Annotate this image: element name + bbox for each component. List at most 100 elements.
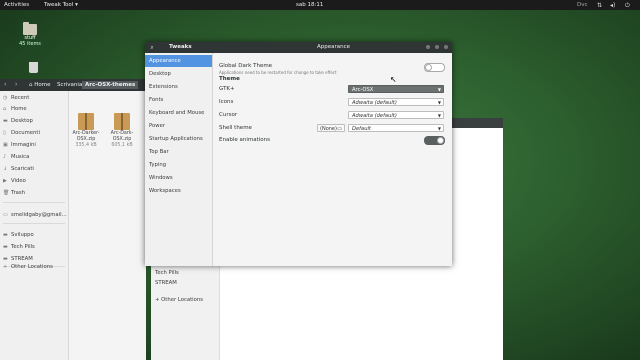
sidebar-label: Other Locations — [11, 264, 53, 270]
volume-icon[interactable]: ◂) — [610, 2, 615, 9]
back-icon[interactable]: ‹ — [4, 81, 6, 88]
icons-theme-dropdown[interactable]: Adwaita (default) ▼ — [348, 98, 444, 106]
archive-icon — [78, 113, 94, 130]
file-size: 605,1 kB — [111, 143, 133, 148]
shell-theme-value: Default — [352, 126, 371, 132]
nav-top-bar[interactable]: Top Bar — [145, 146, 212, 158]
folder-icon: ▬ — [3, 244, 8, 250]
document-icon: ▯ — [3, 130, 6, 136]
sidebar-item-video[interactable]: ▶ Video — [3, 176, 26, 186]
nav-power[interactable]: Power — [145, 120, 212, 132]
sidebar-item-home[interactable]: ⌂ Home — [3, 104, 27, 114]
sidebar-label: Recent — [11, 95, 30, 101]
clock[interactable]: sab 18:11 — [296, 2, 323, 8]
breadcrumb-scrivania[interactable]: Scrivania — [54, 81, 85, 89]
sidebar-item-stream[interactable]: STREAM — [155, 280, 177, 286]
icons-label: Icons — [219, 99, 234, 105]
close-icon[interactable] — [444, 45, 448, 49]
enable-animations-label: Enable animations — [219, 137, 270, 143]
trash-icon: 🗑 — [3, 190, 10, 196]
cursor-label: Cursor — [219, 112, 238, 118]
drive-icon: ▭ — [3, 212, 8, 218]
sidebar-label: Home — [11, 106, 27, 112]
chevron-down-icon: ▼ — [437, 100, 441, 105]
sidebar-item-recent[interactable]: ◷ Recent — [3, 93, 29, 103]
sidebar-label: Sviluppo — [11, 232, 34, 238]
sidebar-item-other-locations[interactable]: + Other Locations — [3, 262, 53, 272]
nav-desktop[interactable]: Desktop — [145, 68, 212, 80]
breadcrumb-home[interactable]: ⌂ Home — [26, 81, 54, 89]
sidebar-item-scaricati[interactable]: ↓ Scaricati — [3, 164, 34, 174]
gtk-label: GTK+ — [219, 86, 235, 92]
sidebar-label: Video — [11, 178, 26, 184]
nav-startup-applications[interactable]: Startup Applications — [145, 133, 212, 145]
minimize-icon[interactable] — [426, 45, 430, 49]
tweak-tool-window: ⌕ Tweaks Appearance Appearance Desktop E… — [145, 42, 452, 266]
sidebar-item-tech-pills[interactable]: Tech Pills — [155, 270, 179, 276]
desktop-folder-count: 45 items — [19, 41, 41, 47]
activities-button[interactable]: Activities — [4, 2, 29, 8]
music-icon: ♪ — [3, 154, 7, 160]
power-icon[interactable]: ⏻ — [625, 2, 630, 10]
clock-icon: ◷ — [3, 95, 8, 101]
top-bar: Activities Tweak Tool ▾ sab 18:11 Dvc ⇅ … — [0, 0, 640, 10]
top-right-label[interactable]: Dvc — [577, 2, 588, 8]
maximize-icon[interactable] — [435, 45, 439, 49]
shell-theme-dropdown[interactable]: Default ▼ — [348, 124, 444, 132]
sidebar-label: smelidgaby@gmail... — [11, 212, 67, 218]
breadcrumb-arc-osx-themes[interactable]: Arc-OSX-themes — [82, 81, 139, 89]
tweak-tool-title: Tweaks — [169, 44, 192, 50]
search-icon[interactable]: ⌕ — [147, 43, 157, 52]
desktop-folder-stuff[interactable]: stuff 45 items — [15, 22, 45, 47]
global-dark-theme-label: Global Dark Theme — [219, 63, 273, 69]
shell-theme-file-button[interactable]: (None) ▭ — [317, 124, 345, 132]
sidebar-item-account[interactable]: ▭ smelidgaby@gmail... — [3, 210, 67, 220]
nav-extensions[interactable]: Extensions — [145, 81, 212, 93]
sidebar-item-sviluppo[interactable]: ▬ Sviluppo — [3, 230, 34, 240]
sidebar-item-other-locations[interactable]: + Other Locations — [155, 297, 203, 303]
app-menu[interactable]: Tweak Tool ▾ — [44, 2, 78, 8]
panel-title: Appearance — [317, 44, 351, 50]
shell-theme-file-value: (None) — [320, 126, 337, 132]
file-size: 335,4 kB — [75, 143, 97, 148]
archive-icon — [114, 113, 130, 130]
chevron-down-icon: ▼ — [437, 126, 441, 131]
desktop-trash[interactable] — [18, 62, 48, 73]
nav-keyboard-mouse[interactable]: Keyboard and Mouse — [145, 107, 212, 119]
folder-icon: ▬ — [3, 118, 8, 124]
other-locations-label: Other Locations — [161, 297, 204, 303]
nav-workspaces[interactable]: Workspaces — [145, 185, 212, 197]
sidebar-item-immagini[interactable]: ▣ Immagini — [3, 140, 36, 150]
plus-icon: + — [3, 264, 8, 270]
sidebar-item-desktop[interactable]: ▬ Desktop — [3, 116, 33, 126]
sidebar-item-musica[interactable]: ♪ Musica — [3, 152, 29, 162]
cursor-theme-dropdown[interactable]: Adwaita (default) ▼ — [348, 111, 444, 119]
sidebar-item-trash[interactable]: 🗑 Trash — [3, 188, 25, 198]
nav-windows[interactable]: Windows — [145, 172, 212, 184]
nav-fonts[interactable]: Fonts — [145, 94, 212, 106]
network-icon[interactable]: ⇅ — [597, 2, 602, 9]
nav-appearance[interactable]: Appearance — [145, 55, 212, 67]
sidebar-divider — [3, 223, 65, 224]
sidebar-item-documenti[interactable]: ▯ Documenti — [3, 128, 40, 138]
cursor-theme-value: Adwaita (default) — [352, 113, 397, 119]
gtk-theme-dropdown[interactable]: Arc-OSX ▼ — [348, 85, 444, 93]
switch-knob — [437, 137, 444, 144]
breadcrumb-home-label: Home — [34, 82, 51, 88]
file-item[interactable]: Arc-Darker-OSX.zip 335,4 kB — [70, 113, 102, 149]
enable-animations-switch[interactable] — [424, 136, 445, 145]
tweak-tool-header: ⌕ Tweaks Appearance — [145, 42, 452, 53]
file-name: Arc-Dark-OSX.zip — [110, 131, 134, 142]
global-dark-theme-switch[interactable] — [424, 63, 445, 72]
sidebar-item-tech-pills[interactable]: ▬ Tech Pills — [3, 242, 35, 252]
file-manager-header: ‹ › ⌂ Home Scrivania Arc-OSX-themes — [0, 79, 146, 91]
appearance-panel: Global Dark Theme Applications need to b… — [213, 53, 452, 266]
sidebar-label: Tech Pills — [11, 244, 35, 250]
image-icon: ▣ — [3, 142, 8, 148]
sidebar-label: Musica — [11, 154, 30, 160]
folder-icon: ▭ — [337, 126, 342, 132]
file-item[interactable]: Arc-Dark-OSX.zip 605,1 kB — [106, 113, 138, 149]
sidebar-label: Immagini — [11, 142, 36, 148]
forward-icon[interactable]: › — [15, 81, 17, 88]
nav-typing[interactable]: Typing — [145, 159, 212, 171]
